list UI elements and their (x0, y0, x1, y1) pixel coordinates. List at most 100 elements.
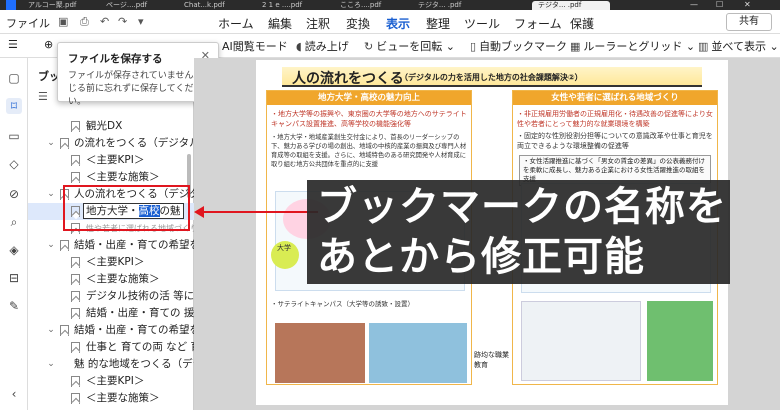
callout-arrow-head (194, 206, 204, 218)
bookmark-item[interactable]: ＜主要KPI＞ (28, 254, 194, 271)
bookmark-label: 結婚・出産・育ての希望を (74, 239, 194, 251)
tab-doc-2[interactable]: ページ....pdf (100, 1, 170, 10)
bookmark-label: 人の流れをつくる（デジタ (74, 188, 194, 200)
menu-protect[interactable]: 保護 (570, 15, 594, 32)
bookmark-item[interactable]: ⌄ の流れをつくる（デジタル (28, 135, 194, 152)
menu-file[interactable]: ファイル (6, 15, 50, 31)
bookmark-icon (71, 376, 80, 387)
read-aloud-button[interactable]: ◖ 読み上げ (296, 38, 349, 54)
bookmark-label: ＜主要な施策＞ (86, 171, 160, 183)
left-bullet-2: ・地方大学・地域産業創生交付金により、首長のリーダーシップの下、魅力ある学びの場… (271, 134, 467, 168)
signature-icon[interactable]: ✎ (6, 298, 22, 314)
rotate-label: ビューを回転 (376, 40, 443, 53)
bookmark-label: ＜主要な施策＞ (86, 273, 160, 285)
rotate-view-button[interactable]: ↻ ビューを回転 ⌄ (364, 38, 455, 54)
menu-form[interactable]: フォーム (514, 15, 562, 32)
chevron-down-icon[interactable]: ⌄ (46, 237, 56, 254)
menu-annotate[interactable]: 注釈 (306, 15, 330, 32)
menu-tools[interactable]: ツール (464, 15, 500, 32)
bookmark-rename-input[interactable]: 地方大学・高校の魅 向 (83, 203, 184, 219)
menu-convert[interactable]: 変換 (346, 15, 370, 32)
stamp-icon[interactable]: ⊟ (6, 270, 22, 286)
bookmark-item[interactable]: ＜主要KPI＞ (28, 373, 194, 390)
bookmark-item[interactable]: ＜主要な施策＞ (28, 169, 194, 186)
bookmark-item[interactable]: ⌄ 魅 的な地域をつくる（デジ (28, 356, 194, 373)
comment-icon[interactable]: ▭ (6, 128, 22, 144)
bookmark-item[interactable]: デジタル技術の活 等に (28, 288, 194, 305)
ruler-icon: ▦ (570, 40, 581, 53)
tab-doc-6[interactable]: テジタ... .pdf (412, 1, 482, 10)
left-bullet-3: ・サテライトキャンパス（大学等の誘致・設置） (271, 300, 414, 308)
photo-classroom (275, 323, 365, 383)
bookmark-options-icon[interactable]: ☰ (38, 90, 48, 103)
chevron-down-icon[interactable]: ⌄ (46, 322, 56, 339)
tab-doc-5[interactable]: こころ....pdf (334, 1, 404, 10)
bookmark-item[interactable]: ＜主要KPI＞ (28, 152, 194, 169)
chevron-down-icon[interactable]: ⌄ (46, 186, 56, 203)
bookmark-item[interactable]: ＜主要な施策＞ (28, 390, 194, 407)
diagram-label-univ: 大学 (277, 244, 291, 252)
bookmark-item[interactable]: 性や若者に選ばれる地域づくり (28, 220, 194, 237)
menu-view[interactable]: 表示 (386, 15, 411, 37)
dropdown-icon[interactable]: ▾ (138, 15, 144, 28)
rotate-icon: ↻ (364, 40, 374, 53)
menu-home[interactable]: ホーム (218, 15, 254, 32)
bookmark-item[interactable]: 観光DX (28, 118, 194, 135)
bookmark-icon (60, 189, 69, 200)
menu-bar: ファイル ▣ ⎙ ↶ ↷ ▾ ホーム 編集 注釈 変換 表示 整理 ツール フォ… (0, 10, 780, 37)
bookmark-label: ＜主要な施策＞ (86, 392, 160, 404)
share-button[interactable]: 共有 (726, 13, 772, 31)
bookmark-icon (60, 325, 69, 336)
minimize-icon[interactable]: — (690, 0, 698, 10)
bookmark-item[interactable]: ⌄ 結婚・出産・育ての希望を (28, 237, 194, 254)
annotation-icon[interactable]: ◇ (6, 156, 22, 172)
maximize-icon[interactable]: ☐ (716, 0, 723, 10)
bookmark-toggle-icon[interactable]: ☰ (8, 38, 18, 51)
ruler-grid-button[interactable]: ▦ ルーラーとグリッド ⌄ (570, 38, 695, 54)
bookmark-icon (60, 240, 69, 251)
tab-doc-4[interactable]: 2 1 e ....pdf (256, 1, 326, 10)
layers-icon[interactable]: ◈ (6, 242, 22, 258)
tab-doc-3[interactable]: Chat...k.pdf (178, 1, 248, 10)
caption-line-2: あとから修正可能 (317, 234, 645, 280)
page-thumbnail-icon[interactable]: ▢ (6, 70, 22, 86)
bookmark-item[interactable]: 仕事と 育ての両 など 育 (28, 339, 194, 356)
bookmark-icon (71, 206, 80, 217)
arrange-button[interactable]: ▥ 並べて表示 ⌄ (698, 38, 779, 54)
bookmark-icon (71, 172, 80, 183)
save-icon[interactable]: ▣ (58, 15, 68, 28)
bookmark-icon (71, 291, 80, 302)
photo-students (369, 323, 467, 383)
close-window-icon[interactable]: ✕ (744, 0, 751, 10)
bookmark-label: ＜主要KPI＞ (86, 256, 145, 268)
bookmark-item[interactable]: ＜主要な施策＞ (28, 271, 194, 288)
undo-icon[interactable]: ↶ (100, 15, 109, 28)
bookmark-item[interactable]: ⌄ 人の流れをつくる（デジタ (28, 186, 194, 203)
bookmark-item[interactable]: ⌄ 結婚・出産・育ての希望を (28, 322, 194, 339)
bookmark-label: ＜主要KPI＞ (86, 154, 145, 166)
rename-text-before: 地方大学・ (86, 205, 139, 217)
menu-organize[interactable]: 整理 (426, 15, 450, 32)
auto-bookmark-button[interactable]: ▯ 自動ブックマーク (470, 38, 567, 54)
chevron-down-icon[interactable]: ⌄ (46, 135, 56, 152)
bookmark-item[interactable]: 結婚・出産・育ての 援 (28, 305, 194, 322)
bookmark-label: 観光DX (86, 120, 123, 132)
bookmark-label: 仕事と 育ての両 など 育 (86, 341, 194, 353)
app-logo-icon (6, 0, 16, 10)
bookmark-label: ＜主要KPI＞ (86, 375, 145, 387)
bookmark-panel-icon[interactable]: ⌑ (6, 98, 22, 114)
redo-icon[interactable]: ↷ (118, 15, 127, 28)
chevron-down-icon[interactable]: ⌄ (46, 356, 56, 373)
bookmark-icon (71, 155, 80, 166)
tab-doc-active[interactable]: テジタ... .pdf (532, 1, 610, 10)
tab-doc-1[interactable]: アルコー聚.pdf (22, 1, 92, 10)
right-bullet-2: ・固定的な性別役割分担等についての意識改革や仕事と育児を両立できるような環境整備… (517, 132, 713, 150)
bookmark-label: 魅 的な地域をつくる（デジ (74, 358, 194, 370)
print-icon[interactable]: ⎙ (80, 15, 89, 29)
read-mode-button[interactable]: AI閲覧モード (222, 38, 288, 54)
menu-edit[interactable]: 編集 (268, 15, 292, 32)
attachment-icon[interactable]: ⊘ (6, 186, 22, 202)
search-icon[interactable]: ⌕ (6, 214, 22, 230)
collapse-rail-icon[interactable]: ‹ (6, 386, 22, 402)
zoom-in-icon[interactable]: ⊕ (44, 38, 53, 51)
